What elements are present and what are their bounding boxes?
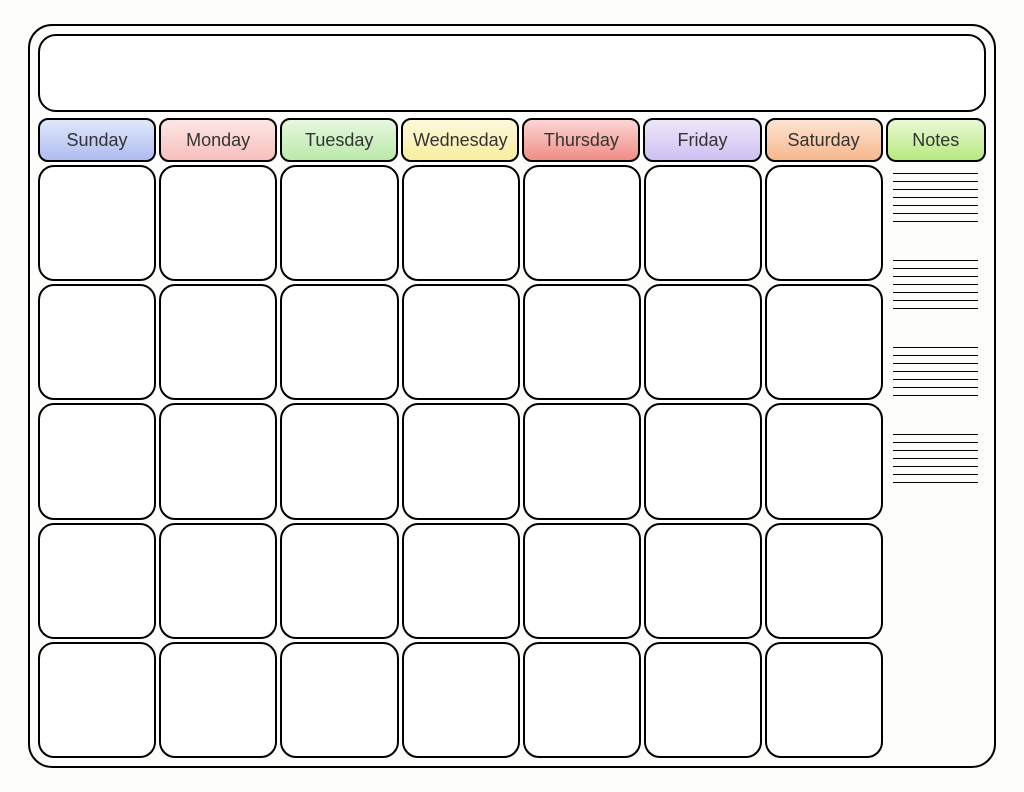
day-cell <box>38 642 156 758</box>
section-gap <box>893 406 978 424</box>
day-cell <box>644 403 762 519</box>
section-gap <box>893 232 978 250</box>
note-line <box>893 308 978 309</box>
day-cell <box>523 165 641 281</box>
header-label: Wednesday <box>413 130 508 151</box>
note-line <box>893 371 978 372</box>
notes-section <box>893 260 978 309</box>
notes-column <box>887 165 986 758</box>
note-line <box>893 458 978 459</box>
note-line <box>893 181 978 182</box>
day-cell <box>159 165 277 281</box>
notes-section <box>893 173 978 222</box>
notes-section <box>893 347 978 396</box>
header-label: Thursday <box>544 130 619 151</box>
day-cell <box>38 523 156 639</box>
note-line <box>893 197 978 198</box>
note-line <box>893 292 978 293</box>
header-label: Monday <box>186 130 250 151</box>
day-cell <box>280 284 398 400</box>
note-line <box>893 276 978 277</box>
day-cell <box>159 523 277 639</box>
day-cell <box>644 284 762 400</box>
day-cell <box>280 403 398 519</box>
day-cell <box>765 284 883 400</box>
day-cell <box>644 642 762 758</box>
day-cell <box>402 403 520 519</box>
header-notes: Notes <box>886 118 986 162</box>
note-line <box>893 355 978 356</box>
day-cell <box>280 642 398 758</box>
note-line <box>893 260 978 261</box>
note-line <box>893 284 978 285</box>
day-cell <box>765 403 883 519</box>
calendar-frame: Sunday Monday Tuesday Wednesday Thursday… <box>28 24 996 768</box>
header-thursday: Thursday <box>522 118 640 162</box>
day-cell <box>280 523 398 639</box>
note-line <box>893 300 978 301</box>
header-friday: Friday <box>643 118 761 162</box>
note-line <box>893 347 978 348</box>
note-line <box>893 466 978 467</box>
day-cell <box>765 642 883 758</box>
note-line <box>893 434 978 435</box>
day-cell <box>523 284 641 400</box>
note-line <box>893 189 978 190</box>
note-line <box>893 363 978 364</box>
note-line <box>893 482 978 483</box>
note-line <box>893 387 978 388</box>
day-cell <box>38 284 156 400</box>
day-cell <box>280 165 398 281</box>
note-line <box>893 474 978 475</box>
day-cell <box>765 165 883 281</box>
header-tuesday: Tuesday <box>280 118 398 162</box>
day-cell <box>402 165 520 281</box>
day-cell <box>765 523 883 639</box>
days-grid <box>38 165 883 758</box>
day-cell <box>523 642 641 758</box>
header-sunday: Sunday <box>38 118 156 162</box>
day-cell <box>159 284 277 400</box>
day-cell <box>159 642 277 758</box>
note-line <box>893 268 978 269</box>
header-monday: Monday <box>159 118 277 162</box>
note-line <box>893 379 978 380</box>
day-cell <box>402 284 520 400</box>
grid-notes-wrap <box>38 165 986 758</box>
day-cell <box>402 642 520 758</box>
notes-section <box>893 434 978 483</box>
day-cell <box>523 403 641 519</box>
header-row: Sunday Monday Tuesday Wednesday Thursday… <box>38 118 986 162</box>
day-cell <box>644 523 762 639</box>
note-line <box>893 395 978 396</box>
calendar-body: Sunday Monday Tuesday Wednesday Thursday… <box>38 118 986 758</box>
header-label: Saturday <box>788 130 860 151</box>
header-saturday: Saturday <box>765 118 883 162</box>
day-cell <box>523 523 641 639</box>
header-label: Sunday <box>67 130 128 151</box>
header-wednesday: Wednesday <box>401 118 519 162</box>
note-line <box>893 450 978 451</box>
note-line <box>893 173 978 174</box>
header-label: Notes <box>912 130 959 151</box>
day-cell <box>38 165 156 281</box>
day-cell <box>159 403 277 519</box>
header-label: Friday <box>677 130 727 151</box>
note-line <box>893 442 978 443</box>
note-line <box>893 213 978 214</box>
header-label: Tuesday <box>305 130 373 151</box>
day-cell <box>644 165 762 281</box>
note-line <box>893 205 978 206</box>
title-box <box>38 34 986 112</box>
day-cell <box>402 523 520 639</box>
day-cell <box>38 403 156 519</box>
section-gap <box>893 319 978 337</box>
note-line <box>893 221 978 222</box>
